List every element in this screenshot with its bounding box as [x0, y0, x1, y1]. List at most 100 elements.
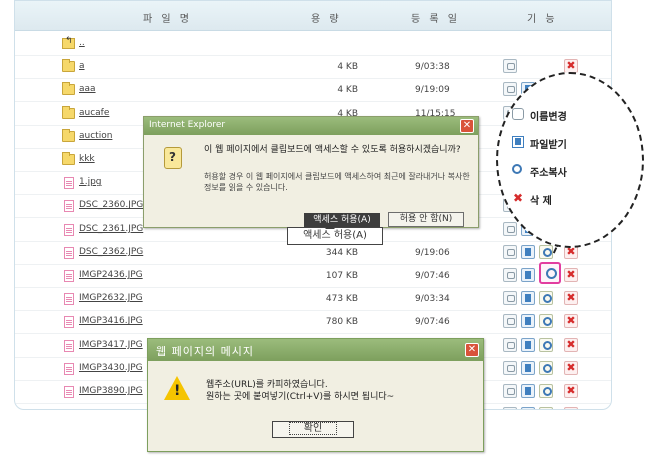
message-text: 웹주소(URL)를 카피하였습니다. 원하는 곳에 붙여넣기(Ctrl+V)를 …	[206, 379, 394, 403]
copy-url-button[interactable]	[539, 314, 553, 329]
ok-button[interactable]: 확인	[272, 421, 354, 438]
file-date: 9/03:34	[415, 294, 450, 305]
download-button[interactable]	[521, 314, 535, 329]
download-button[interactable]	[521, 407, 535, 409]
table-row: ..	[15, 33, 611, 56]
table-row: IMGP2436.JPG 107 KB 9/07:46 ✖	[15, 262, 611, 288]
file-date: 9/19:06	[415, 247, 450, 258]
ok-label: 확인	[288, 422, 338, 435]
legend-delete: ✖ 삭 제	[512, 191, 552, 207]
file-size: 473 KB	[325, 294, 358, 305]
image-file-icon	[64, 339, 74, 352]
file-name-link[interactable]: IMGP2436.JPG	[79, 270, 143, 280]
file-name-link[interactable]: DSC_2361.JPG	[79, 224, 143, 234]
file-name-link[interactable]: DSC_2360.JPG	[79, 200, 143, 210]
file-name-link[interactable]: IMGP3892.JPG	[79, 409, 143, 410]
message-dialog-title: 웹 페이지의 메시지	[148, 339, 483, 361]
folder-icon	[62, 152, 75, 165]
image-file-icon	[64, 270, 74, 282]
file-date: 9/19:09	[415, 85, 450, 96]
screenshot: 파 일 명 용 량 등 록 일 기 능 .. a 4 KB 9/03:38 ✖ aaa 4 …	[0, 0, 652, 456]
rename-button[interactable]	[503, 268, 517, 282]
file-size: 4 KB	[337, 85, 358, 96]
rename-button[interactable]	[503, 360, 517, 375]
ie-dialog-title: Internet Explorer	[144, 117, 478, 135]
folder-icon	[62, 105, 75, 119]
deny-access-button[interactable]: 허용 안 함(N)	[388, 212, 464, 227]
file-name-link[interactable]: aucafe	[79, 108, 109, 118]
download-button[interactable]	[521, 268, 535, 282]
copy-url-button[interactable]	[539, 337, 553, 352]
download-button[interactable]	[521, 360, 535, 375]
file-name-link[interactable]: ..	[79, 38, 85, 48]
ie-close-button[interactable]: ✕	[460, 119, 474, 133]
delete-button[interactable]: ✖	[564, 291, 578, 306]
file-size: 107 KB	[325, 271, 358, 281]
image-file-icon	[64, 386, 74, 398]
file-name-link[interactable]: IMGP3430.JPG	[79, 363, 143, 373]
rename-button[interactable]	[503, 291, 517, 306]
delete-button[interactable]: ✖	[564, 384, 578, 398]
message-close-button[interactable]: ✕	[465, 343, 479, 357]
copy-url-button[interactable]	[539, 407, 553, 409]
file-name-link[interactable]: auction	[79, 131, 112, 141]
rename-button[interactable]	[503, 314, 517, 329]
file-name-link[interactable]: aaa	[79, 84, 96, 94]
table-row: IMGP2632.JPG 473 KB 9/03:34 ✖	[15, 288, 611, 312]
allow-access-button[interactable]: 액세스 허용(A)	[304, 213, 380, 228]
file-name-link[interactable]: a	[79, 61, 85, 71]
file-name-link[interactable]: IMGP3890.JPG	[79, 386, 143, 396]
folder-icon	[62, 59, 75, 73]
delete-button[interactable]: ✖	[564, 360, 578, 375]
download-button[interactable]	[521, 244, 535, 259]
folder-icon	[62, 82, 75, 96]
magnifier-icon	[512, 164, 522, 174]
save-icon	[512, 136, 524, 148]
image-file-icon	[64, 246, 74, 259]
web-page-message-dialog: 웹 페이지의 메시지 ✕ 웹주소(URL)를 카피하였습니다. 원하는 곳에 붙…	[147, 338, 484, 452]
delete-button[interactable]: ✖	[564, 268, 578, 282]
delete-button[interactable]: ✖	[564, 337, 578, 352]
warning-icon	[164, 376, 190, 400]
delete-button[interactable]: ✖	[564, 314, 578, 329]
download-button[interactable]	[521, 384, 535, 398]
delete-button[interactable]: ✖	[564, 407, 578, 409]
legend-balloon: 이름변경 파일받기 주소복사 ✖ 삭 제	[496, 72, 644, 248]
image-file-icon	[64, 200, 74, 213]
image-file-icon	[64, 177, 74, 190]
rename-button[interactable]	[503, 244, 517, 259]
copy-url-button[interactable]	[539, 244, 553, 259]
message-line-2: 원하는 곳에 붙여넣기(Ctrl+V)를 하시면 됩니다~	[206, 392, 395, 402]
copy-url-button[interactable]	[539, 291, 553, 306]
rename-button[interactable]	[503, 221, 517, 236]
file-name-link[interactable]: IMGP3416.JPG	[79, 316, 143, 326]
file-size: 780 KB	[325, 317, 358, 328]
question-icon	[164, 147, 182, 169]
copy-url-button[interactable]	[539, 384, 553, 398]
header-function: 기 능	[527, 14, 558, 25]
file-name-link[interactable]: 1.jpg	[79, 177, 102, 187]
file-name-link[interactable]: DSC_2362.JPG	[79, 247, 143, 257]
rename-button[interactable]	[503, 407, 517, 409]
image-file-icon	[64, 293, 74, 306]
allow-access-tooltip: 액세스 허용(A)	[287, 224, 383, 245]
image-file-icon	[64, 316, 74, 329]
file-name-link[interactable]: kkk	[79, 154, 95, 164]
file-date: 9/07:46	[415, 317, 450, 328]
image-file-icon	[64, 223, 74, 236]
download-button[interactable]	[521, 291, 535, 306]
rename-button[interactable]	[503, 59, 517, 74]
rename-button[interactable]	[503, 384, 517, 398]
file-name-link[interactable]: IMGP2632.JPG	[79, 293, 143, 303]
rename-button[interactable]	[503, 337, 517, 352]
download-button[interactable]	[521, 337, 535, 352]
copy-url-button[interactable]	[539, 262, 561, 284]
ie-clipboard-dialog: Internet Explorer ✕ 이 웹 페이지에서 클립보드에 액세스할…	[143, 116, 479, 228]
ie-dialog-detail: 허용할 경우 이 웹 페이지에서 클립보드에 액세스하여 최근에 잘라내거나 복…	[204, 172, 470, 192]
table-header: 파 일 명 용 량 등 록 일 기 능	[15, 1, 611, 31]
file-name-link[interactable]: IMGP3417.JPG	[79, 340, 143, 350]
rename-button[interactable]	[503, 82, 517, 97]
table-row: a4 KB 9/03:38 ✖	[15, 56, 611, 80]
copy-url-button[interactable]	[539, 360, 553, 375]
file-date: 9/07:46	[415, 271, 450, 281]
